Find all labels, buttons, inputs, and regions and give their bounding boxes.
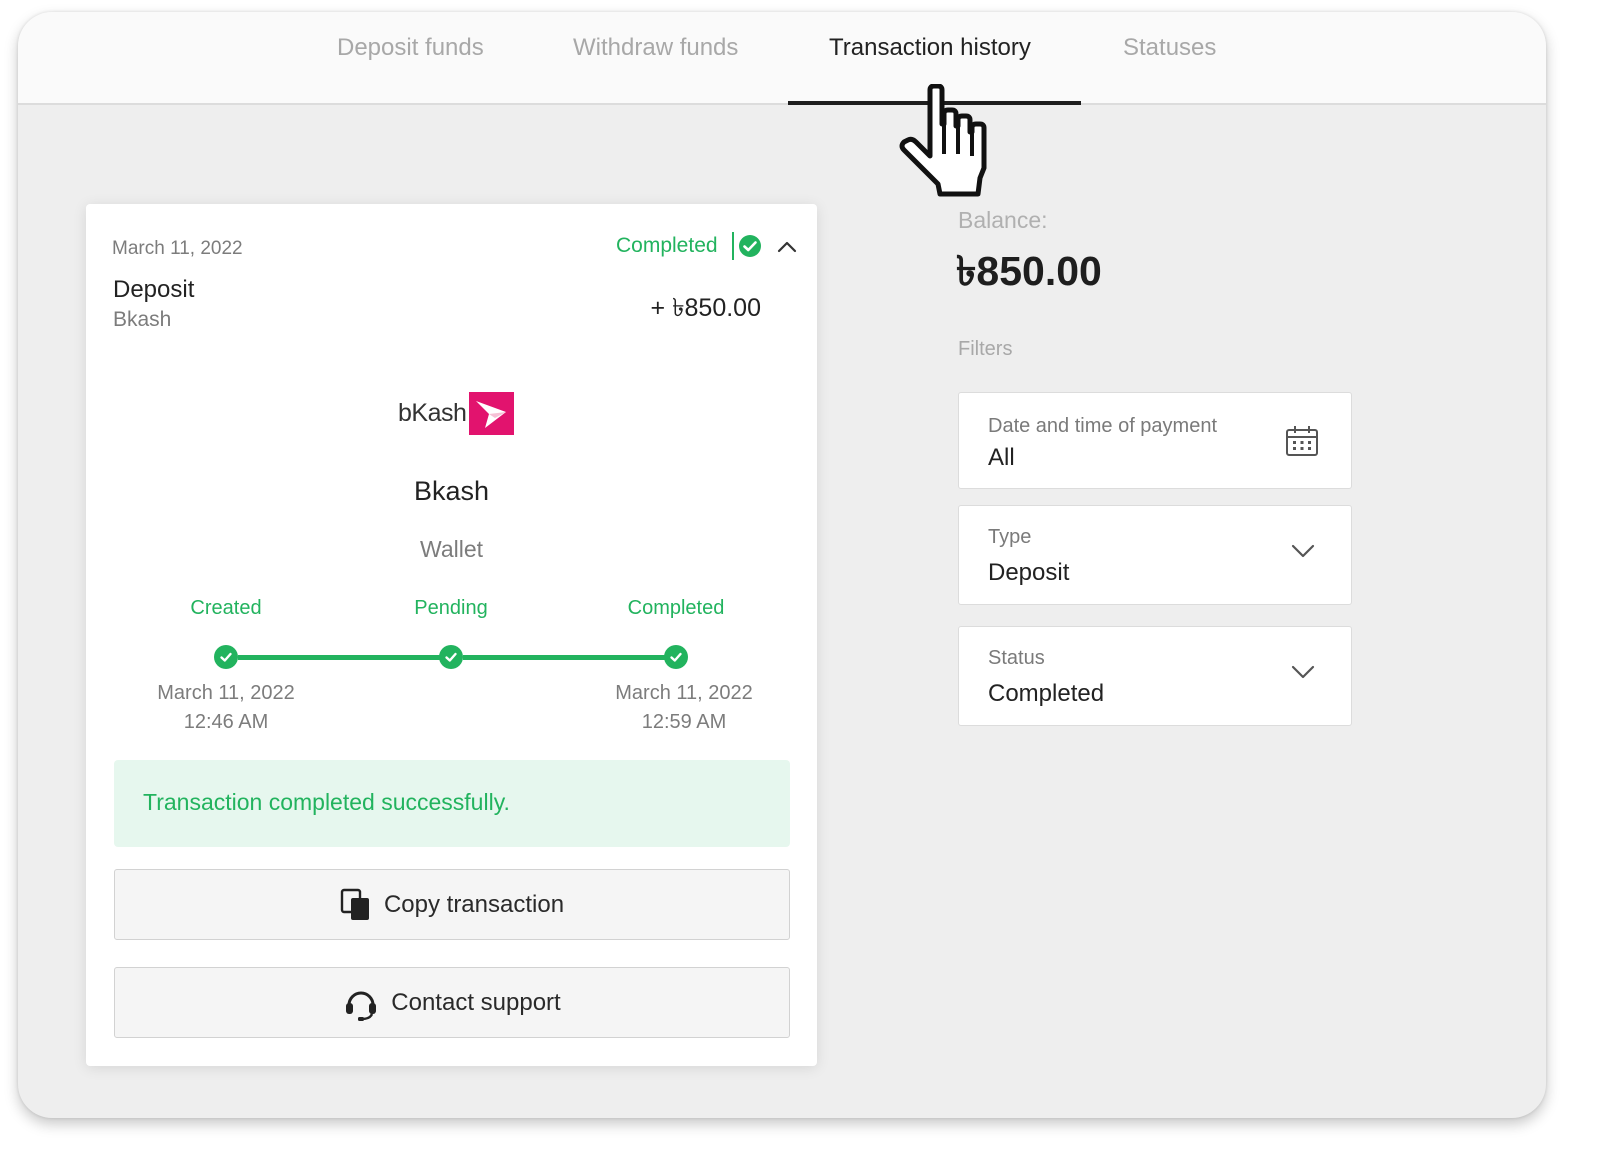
step-created-label: Created [190, 597, 262, 619]
bkash-bird-icon [469, 392, 515, 435]
app-window: Deposit funds Withdraw funds Transaction… [18, 12, 1546, 1118]
tab-statuses[interactable]: Statuses [1123, 34, 1216, 62]
status-filter-select[interactable]: Status Completed [958, 626, 1352, 726]
step-pending-label: Pending [414, 597, 488, 619]
bkash-logo: bKash [398, 392, 515, 435]
transaction-amount: + ৳850.00 [650, 294, 761, 322]
provider-kind: Wallet [419, 536, 484, 562]
date-filter-value: All [988, 444, 1015, 471]
date-filter-label: Date and time of payment [988, 415, 1218, 437]
calendar-icon[interactable] [1285, 425, 1319, 462]
balance-value: ৳850.00 [956, 248, 1102, 294]
progress-segment-1 [238, 655, 448, 660]
success-message: Transaction completed successfully. [143, 789, 510, 815]
step-created-time: 12:46 AM [183, 711, 269, 733]
bkash-logo-text: bKash [398, 399, 467, 427]
hand-cursor-icon [896, 83, 992, 209]
copy-icon [340, 888, 372, 922]
filters-heading: Filters [958, 338, 1013, 360]
status-badge: Completed [616, 232, 762, 260]
transaction-date: March 11, 2022 [112, 238, 243, 259]
chevron-up-icon[interactable] [776, 236, 798, 263]
step-completed-date: March 11, 2022 [615, 682, 753, 704]
step-completed-time: 12:59 AM [641, 711, 727, 733]
type-filter-select[interactable]: Type Deposit [958, 505, 1352, 605]
chevron-down-icon [1290, 663, 1316, 686]
contact-support-label: Contact support [391, 988, 561, 1016]
step-created-check-icon [214, 645, 238, 669]
status-divider [731, 232, 734, 260]
status-label: Completed [616, 234, 718, 257]
tab-withdraw-funds[interactable]: Withdraw funds [573, 34, 738, 62]
transaction-card[interactable]: March 11, 2022 Completed Deposit Bkash +… [86, 204, 817, 1066]
copy-transaction-button[interactable]: Copy transaction [114, 869, 790, 940]
contact-support-button[interactable]: Contact support [114, 967, 790, 1038]
provider-name: Bkash [413, 476, 490, 506]
step-completed-check-icon [664, 645, 688, 669]
status-filter-value: Completed [988, 680, 1105, 707]
copy-transaction-label: Copy transaction [383, 890, 565, 918]
status-filter-label: Status [988, 647, 1045, 669]
step-pending-check-icon [439, 645, 463, 669]
tab-bar: Deposit funds Withdraw funds Transaction… [18, 12, 1546, 105]
headset-icon [343, 985, 379, 1021]
transaction-method: Bkash [113, 308, 172, 331]
transaction-type: Deposit [113, 276, 195, 303]
check-circle-icon [738, 234, 762, 258]
step-created-date: March 11, 2022 [157, 682, 295, 704]
tab-deposit-funds[interactable]: Deposit funds [337, 34, 484, 62]
type-filter-label: Type [988, 526, 1032, 548]
step-completed-label: Completed [627, 597, 725, 619]
date-filter-field[interactable]: Date and time of payment All [958, 392, 1352, 489]
tab-transaction-history[interactable]: Transaction history [829, 34, 1031, 62]
type-filter-value: Deposit [988, 559, 1070, 586]
chevron-down-icon [1290, 542, 1316, 565]
success-message-box: Transaction completed successfully. [114, 760, 790, 847]
progress-segment-2 [463, 655, 673, 660]
balance-label: Balance: [958, 207, 1048, 233]
